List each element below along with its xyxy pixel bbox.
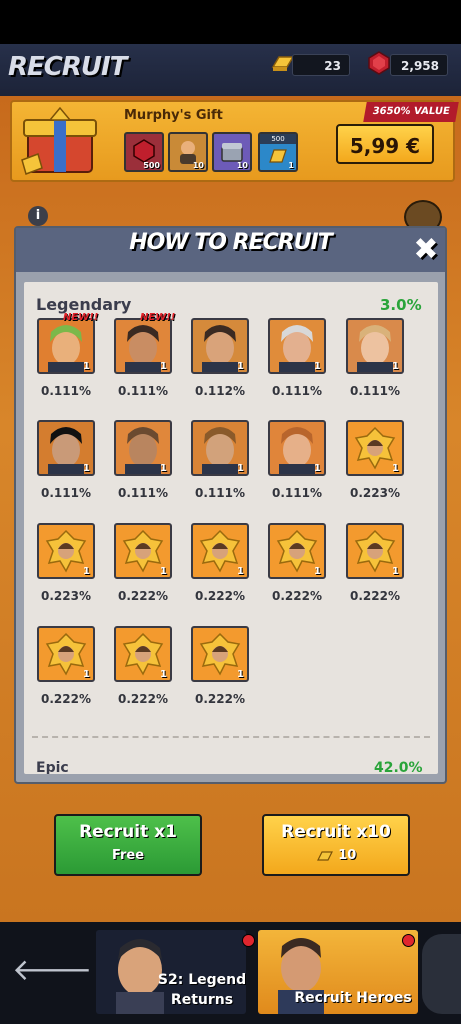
hero-card-rate: 0.222%	[118, 692, 168, 706]
gift-item-qty: 1	[288, 161, 294, 170]
hero-card-rate: 0.223%	[350, 486, 400, 500]
hero-card-rate: 0.111%	[118, 486, 168, 500]
tab-recruit-heroes-label: Recruit Heroes	[294, 990, 412, 1006]
hero-card[interactable]: 1	[114, 420, 172, 476]
new-badge: NEW!!	[63, 312, 99, 323]
hero-card[interactable]: 1	[191, 626, 249, 682]
hero-card-qty: 1	[392, 566, 399, 577]
gift-chest-icon	[21, 106, 97, 175]
recruit-x1-button[interactable]: Recruit x1 Free	[54, 814, 202, 876]
info-icon[interactable]: i	[28, 206, 48, 226]
hero-card-qty: 1	[160, 361, 167, 372]
tab-legend-returns[interactable]: S2: Legend Returns	[96, 930, 246, 1014]
gift-item-qty: 10	[192, 161, 204, 170]
gift-title: Murphy's Gift	[124, 108, 223, 123]
hero-card-rate: 0.222%	[195, 589, 245, 603]
hero-card-qty: 1	[160, 566, 167, 577]
modal-title: HOW TO RECRUIT	[129, 230, 333, 255]
hero-card-rate: 0.111%	[272, 384, 322, 398]
hero-card-rate: 0.223%	[41, 589, 91, 603]
section-divider	[32, 736, 430, 738]
hero-card-rate: 0.111%	[350, 384, 400, 398]
tab-recruit-heroes[interactable]: Recruit Heroes	[258, 930, 418, 1014]
hero-card[interactable]: 1	[37, 626, 95, 682]
hero-card-rate: 0.222%	[350, 589, 400, 603]
value-tag: 3650% VALUE	[363, 102, 459, 122]
hero-card[interactable]: 1	[37, 523, 95, 579]
hero-card-qty: 1	[237, 463, 244, 474]
hero-card[interactable]: 1	[268, 523, 326, 579]
hero-card-qty: 1	[314, 361, 321, 372]
new-badge: NEW!!	[140, 312, 176, 323]
hero-card[interactable]: 1	[346, 420, 404, 476]
hero-card-rate: 0.111%	[118, 384, 168, 398]
gift-item-qty: 500	[143, 161, 160, 170]
hero-card[interactable]: 1	[114, 523, 172, 579]
next-section-peek: Epic 42.0%	[24, 750, 438, 774]
hero-card-rate: 0.222%	[41, 692, 91, 706]
hero-card[interactable]: 1	[268, 420, 326, 476]
hero-card[interactable]: 1	[191, 523, 249, 579]
hero-card-qty: 1	[83, 669, 90, 680]
gold-bar-icon	[316, 850, 333, 861]
page-title: RECRUIT	[8, 52, 127, 82]
recruit-x1-label: Recruit x1	[79, 822, 177, 842]
hero-card-rate: 0.222%	[272, 589, 322, 603]
hero-card-qty: 1	[314, 566, 321, 577]
hero-card-qty: 1	[392, 361, 399, 372]
hero-card-rate: 0.111%	[195, 486, 245, 500]
recruit-x10-label: Recruit x10	[281, 822, 391, 842]
hero-card-rate: 0.111%	[41, 486, 91, 500]
recruit-x10-cost: 10	[338, 848, 357, 863]
hero-card-qty: 1	[83, 566, 90, 577]
tab-legend-returns-label: S2: Legend Returns	[157, 972, 247, 1008]
hero-card[interactable]: 1	[37, 420, 95, 476]
hero-card[interactable]: 1	[346, 523, 404, 579]
gift-item-rubies: 500	[124, 132, 164, 172]
hero-card-qty: 1	[160, 463, 167, 474]
ruby-icon	[368, 51, 390, 75]
hero-card-qty: 1	[160, 669, 167, 680]
gift-item-qty: 10	[236, 161, 248, 170]
gems-counter[interactable]: 2,958	[390, 54, 448, 76]
hero-card[interactable]: 1	[114, 318, 172, 374]
hero-card-rate: 0.222%	[195, 692, 245, 706]
hero-card-qty: 1	[237, 669, 244, 680]
rarity-rate-legendary: 3.0%	[380, 296, 422, 314]
hero-card[interactable]: 1	[37, 318, 95, 374]
hero-card-rate: 0.112%	[195, 384, 245, 398]
buy-gift-button[interactable]: 5,99 €	[336, 124, 434, 164]
hero-card-qty: 1	[392, 463, 399, 474]
hero-card-qty: 1	[83, 361, 90, 372]
recruit-x10-cost-row: 10	[264, 848, 408, 863]
hero-card-qty: 1	[314, 463, 321, 474]
hero-card[interactable]: 1	[191, 318, 249, 374]
hero-card-qty: 1	[237, 566, 244, 577]
hero-card-rate: 0.111%	[272, 486, 322, 500]
recruit-x10-button[interactable]: Recruit x10 10	[262, 814, 410, 876]
back-arrow-icon[interactable]: 🡐	[12, 952, 92, 988]
notification-dot	[402, 934, 415, 947]
more-tab-peek[interactable]	[422, 934, 461, 1014]
gold-counter[interactable]: 23	[292, 54, 350, 76]
close-icon[interactable]: ✖	[410, 234, 442, 266]
hero-card[interactable]: 1	[191, 420, 249, 476]
gift-item-gold-ticket: 500 1	[258, 132, 298, 172]
status-bar	[0, 0, 461, 44]
hero-card[interactable]: 1	[346, 318, 404, 374]
hero-card-qty: 1	[83, 463, 90, 474]
recruit-x1-sub: Free	[111, 848, 145, 863]
hero-card[interactable]: 1	[268, 318, 326, 374]
notification-dot	[242, 934, 255, 947]
gift-item-hero-cards: 10	[168, 132, 208, 172]
rarity-label-epic: Epic	[36, 760, 69, 774]
hero-card-rate: 0.111%	[41, 384, 91, 398]
rarity-rate-epic: 42.0%	[374, 760, 423, 774]
hero-card[interactable]: 1	[114, 626, 172, 682]
hero-card-qty: 1	[237, 361, 244, 372]
hero-card-rate: 0.222%	[118, 589, 168, 603]
gift-item-chests: 10	[212, 132, 252, 172]
